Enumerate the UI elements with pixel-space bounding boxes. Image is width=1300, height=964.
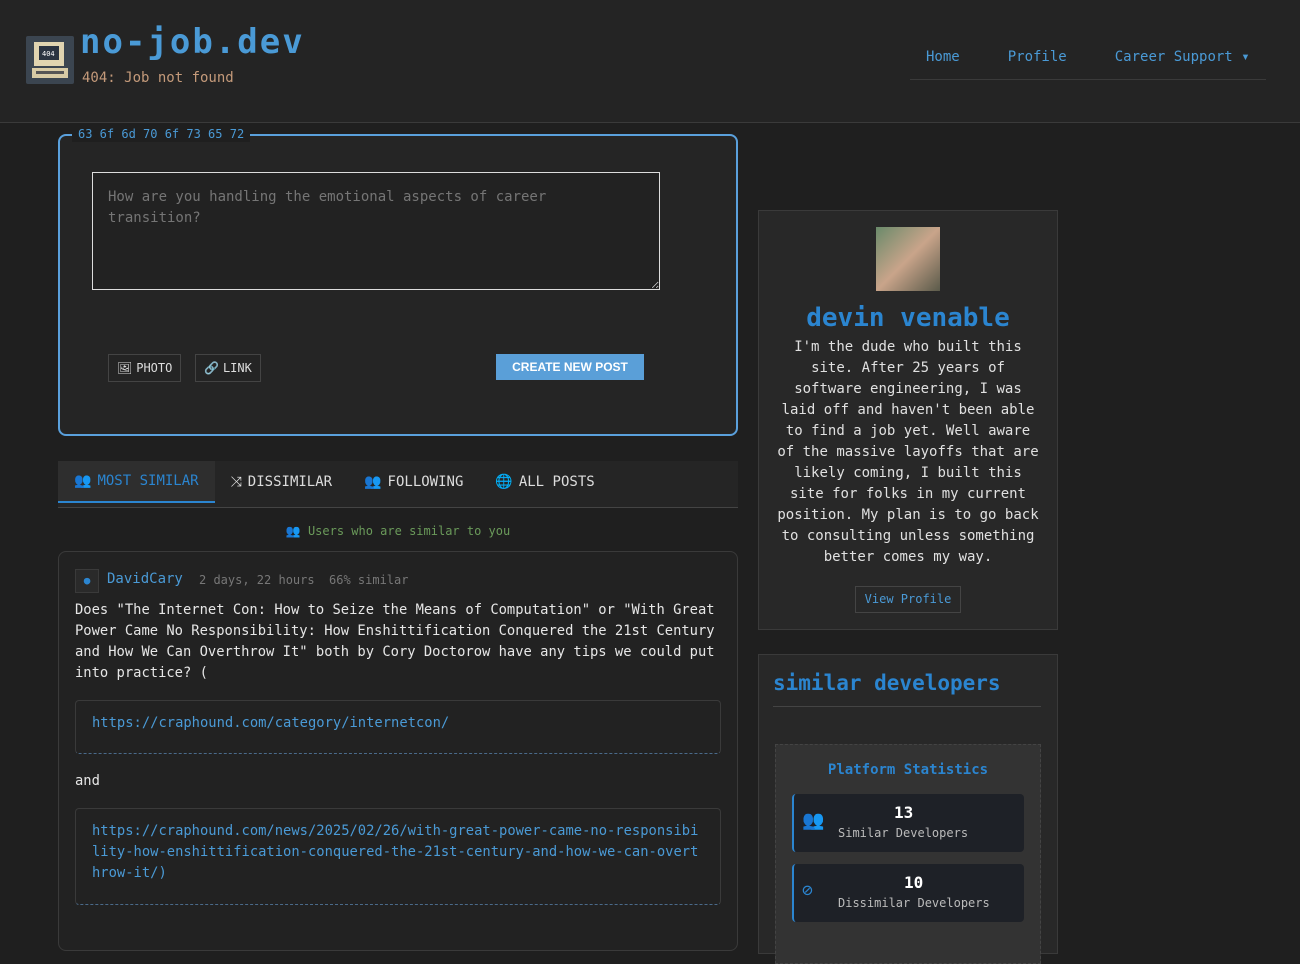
user-slash-icon: ⊘	[802, 880, 813, 901]
feed-tabs: 👥 MOST SIMILAR ⤨ DISSIMILAR 👥 FOLLOWING 🌐 AL…	[58, 461, 738, 508]
nav-career-support[interactable]: Career Support ▾	[1099, 40, 1266, 79]
nav-home[interactable]: Home	[910, 40, 976, 79]
tab-label: DISSIMILAR	[247, 474, 333, 490]
hint-text: Users who are similar to you	[307, 524, 511, 538]
avatar[interactable]: ●	[75, 569, 99, 593]
post-author[interactable]: DavidCary	[107, 571, 183, 587]
photo-button[interactable]: 🖼 PHOTO	[108, 354, 182, 382]
tab-dissimilar[interactable]: ⤨ DISSIMILAR	[215, 461, 349, 503]
tab-label: FOLLOWING	[387, 474, 464, 490]
main-nav: Home Profile Career Support ▾	[910, 40, 1266, 80]
nav-career-support-label: Career Support	[1114, 49, 1233, 65]
view-profile-button[interactable]: View Profile	[855, 586, 961, 613]
post-input[interactable]	[92, 172, 660, 290]
stat-dissimilar: ⊘ 10 Dissimilar Developers	[792, 864, 1024, 922]
tab-label: ALL POSTS	[518, 474, 595, 490]
profile-name: devin venable	[806, 303, 1010, 333]
tab-all-posts[interactable]: 🌐 ALL POSTS	[479, 461, 610, 503]
nav-profile[interactable]: Profile	[992, 40, 1083, 79]
link-icon: 🔗	[204, 361, 219, 375]
composer-legend: 63 6f 6d 70 6f 73 65 72	[72, 126, 251, 142]
tab-following[interactable]: 👥 FOLLOWING	[348, 461, 479, 503]
post-body: Does "The Internet Con: How to Seize the…	[75, 602, 715, 681]
shuffle-icon: ⤨	[230, 474, 242, 490]
site-header: 404 no-job.dev 404: Job not found Home P…	[0, 0, 1300, 123]
similar-title: similar developers	[773, 671, 1041, 707]
feed-hint: 👥 Users who are similar to you	[58, 524, 738, 538]
user-friends-icon: 👥	[364, 474, 382, 490]
post-time: 2 days, 22 hours	[199, 573, 315, 587]
tab-label: MOST SIMILAR	[97, 473, 199, 489]
stats-title: Platform Statistics	[827, 762, 989, 778]
svg-text:404: 404	[42, 50, 55, 58]
stat-value: 13	[894, 803, 914, 822]
users-icon: 👥	[802, 810, 825, 831]
logo-computer-icon[interactable]: 404	[26, 36, 74, 84]
create-post-button[interactable]: CREATE NEW POST	[496, 354, 644, 380]
stat-label: Dissimilar Developers	[838, 896, 990, 910]
users-icon: 👥	[285, 524, 301, 538]
site-title[interactable]: no-job.dev	[80, 22, 305, 62]
stat-label: Similar Developers	[838, 826, 969, 840]
post-link[interactable]: https://craphound.com/news/2025/02/26/wi…	[75, 808, 721, 905]
image-icon: 🖼	[117, 361, 133, 375]
profile-card: devin venable I'm the dude who built thi…	[758, 210, 1058, 630]
globe-icon: 🌐	[495, 474, 513, 490]
tab-most-similar[interactable]: 👥 MOST SIMILAR	[58, 461, 215, 503]
site-tagline: 404: Job not found	[82, 70, 234, 86]
post-link[interactable]: https://craphound.com/category/internetc…	[75, 700, 721, 754]
profile-avatar[interactable]	[876, 227, 940, 291]
stat-value: 10	[904, 873, 924, 892]
post-card: ● DavidCary 2 days, 22 hours 66% similar…	[58, 551, 738, 951]
stat-similar: 👥 13 Similar Developers	[792, 794, 1024, 852]
profile-bio: I'm the dude who built this site. After …	[777, 339, 1039, 565]
post-similarity: 66% similar	[329, 573, 409, 587]
photo-label: PHOTO	[136, 361, 173, 375]
link-label: LINK	[222, 361, 252, 375]
post-and-text: and	[75, 773, 100, 789]
caret-down-icon: ▾	[1241, 49, 1250, 65]
users-icon: 👥	[74, 473, 92, 489]
link-button[interactable]: 🔗 LINK	[195, 354, 261, 382]
